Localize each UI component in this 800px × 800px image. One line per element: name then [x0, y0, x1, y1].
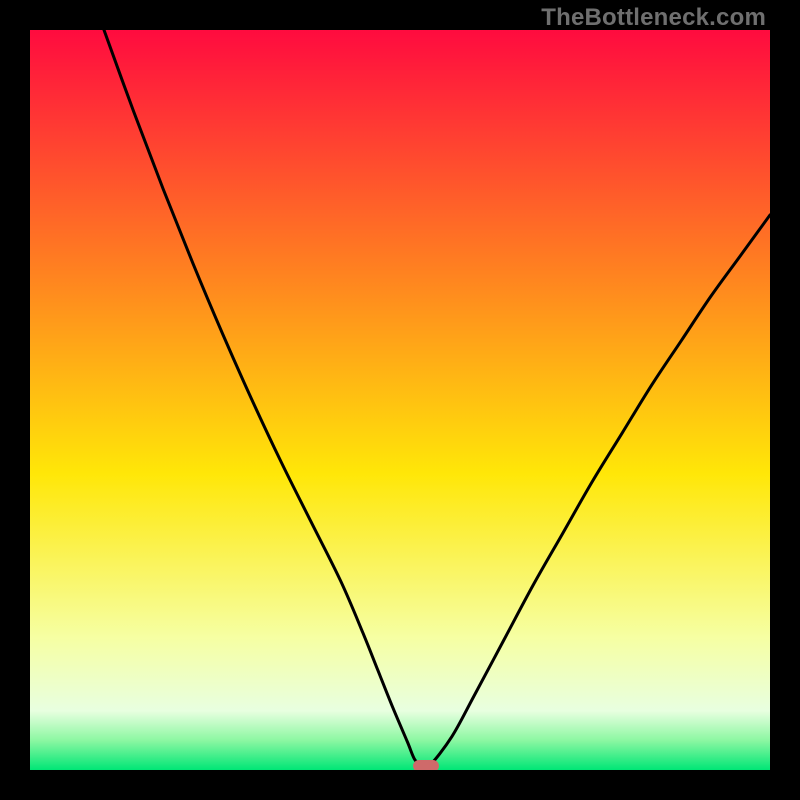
- optimal-marker: [413, 760, 439, 770]
- watermark-text: TheBottleneck.com: [541, 4, 766, 32]
- bottleneck-chart: [30, 30, 770, 770]
- chart-frame: TheBottleneck.com: [0, 0, 800, 800]
- gradient-background: [30, 30, 770, 770]
- plot-area: [30, 30, 770, 770]
